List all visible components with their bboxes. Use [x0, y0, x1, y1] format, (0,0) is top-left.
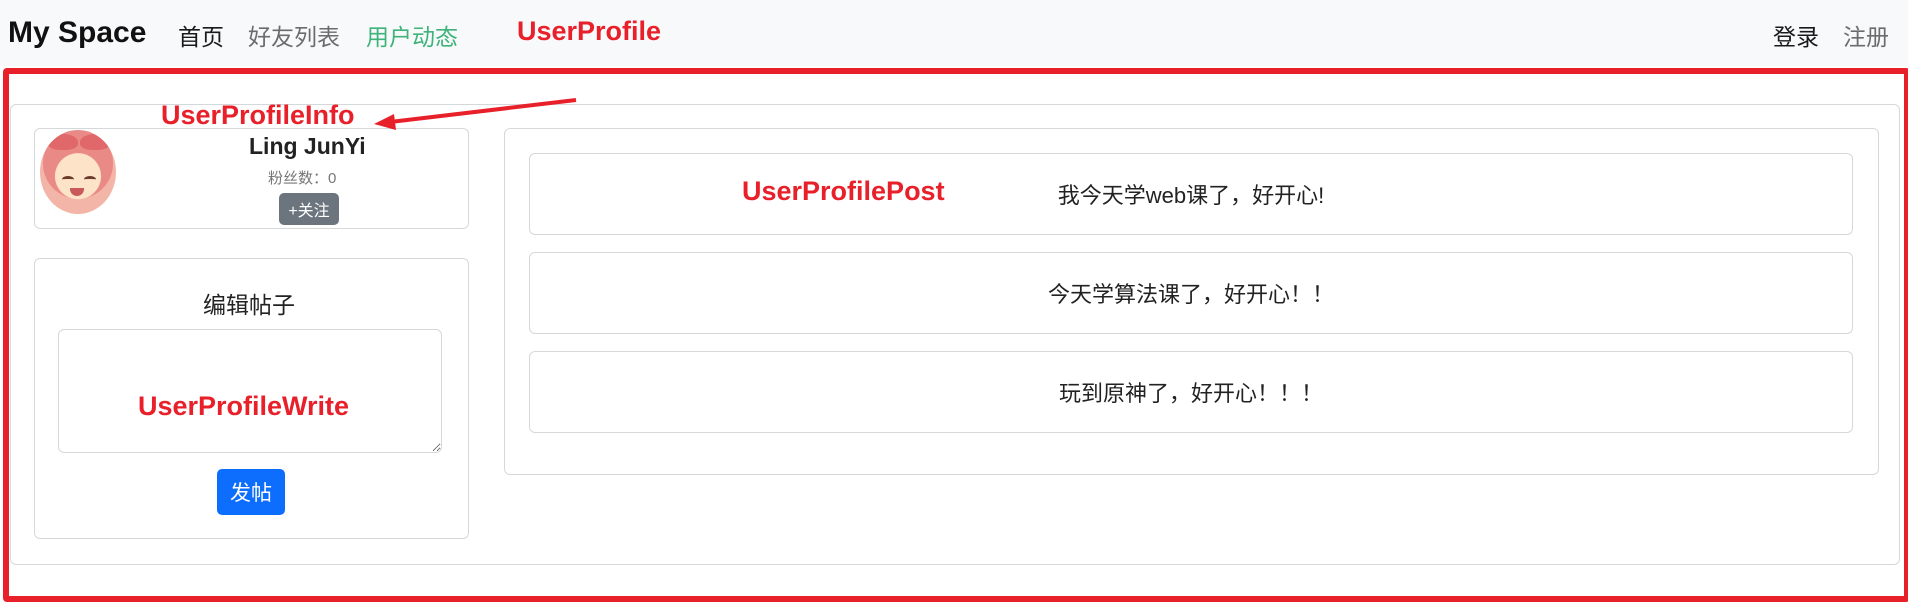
annotation-userprofile: UserProfile	[517, 16, 662, 46]
mouth	[70, 188, 84, 196]
submit-post-button[interactable]: 发帖	[217, 469, 285, 515]
nav-home-link[interactable]: 首页	[178, 18, 224, 52]
register-link[interactable]: 注册	[1843, 18, 1889, 52]
post-item: 今天学算法课了，好开心！！	[529, 252, 1853, 334]
nav-status-link[interactable]: 用户动态	[366, 18, 458, 52]
write-post-title: 编辑帖子	[203, 292, 295, 318]
post-content: 今天学算法课了，好开心！！	[1047, 282, 1334, 307]
login-link[interactable]: 登录	[1773, 18, 1819, 52]
brand-logo[interactable]: My Space	[8, 16, 146, 50]
post-content: 我今天学web课了，好开心!	[1057, 183, 1325, 208]
nav-friends-link[interactable]: 好友列表	[248, 18, 340, 52]
bow-decoration	[48, 134, 78, 150]
avatar	[40, 130, 116, 214]
follow-button[interactable]: +关注	[279, 193, 339, 225]
annotation-userprofilewrite: UserProfileWrite	[138, 391, 350, 421]
fans-count: 粉丝数：0	[268, 170, 337, 187]
username: Ling JunYi	[249, 133, 366, 159]
navbar: My Space 首页 好友列表 用户动态 UserProfile 登录 注册	[0, 0, 1908, 66]
eye	[62, 176, 74, 183]
annotation-userprofileinfo: UserProfileInfo	[161, 100, 355, 130]
bow-decoration	[80, 134, 110, 150]
post-item: 玩到原神了，好开心！！！	[529, 351, 1853, 433]
post-item: 我今天学web课了，好开心!	[529, 153, 1853, 235]
post-content: 玩到原神了，好开心！！！	[1058, 381, 1323, 406]
eye	[84, 176, 96, 183]
annotation-userprofilepost: UserProfilePost	[742, 176, 945, 206]
